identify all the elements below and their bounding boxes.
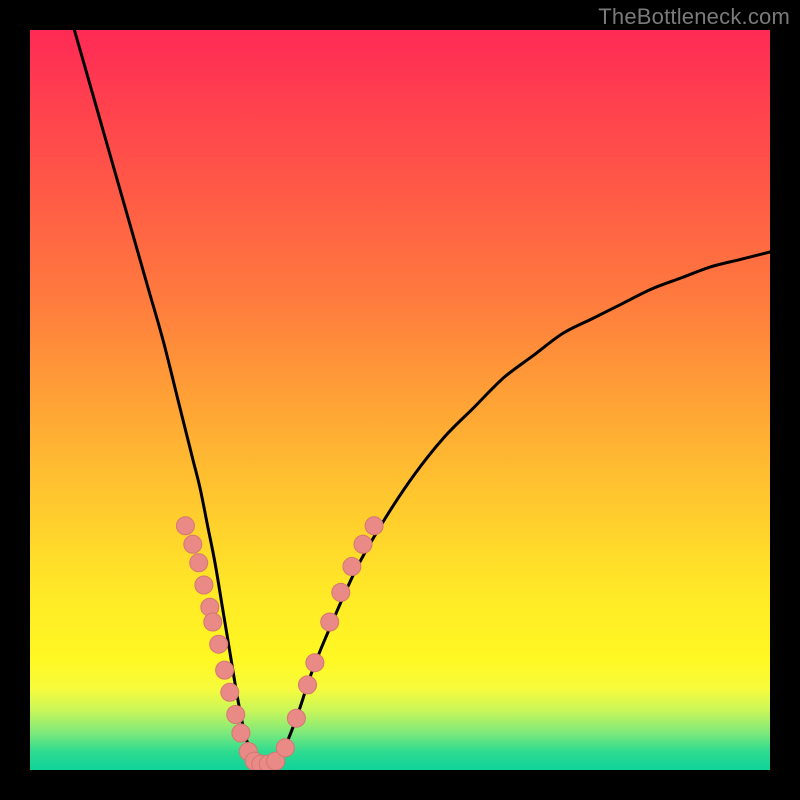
data-dot (287, 709, 305, 727)
data-dot (210, 635, 228, 653)
data-dots-group (176, 517, 383, 770)
data-dot (365, 517, 383, 535)
data-dot (232, 724, 250, 742)
data-dot (343, 558, 361, 576)
data-dot (176, 517, 194, 535)
data-dot (299, 676, 317, 694)
data-dot (276, 739, 294, 757)
data-dot (221, 683, 239, 701)
data-dot (184, 535, 202, 553)
data-dot (195, 576, 213, 594)
data-dot (354, 535, 372, 553)
data-dot (190, 554, 208, 572)
data-dot (216, 661, 234, 679)
bottleneck-chart-svg (30, 30, 770, 770)
plot-area (30, 30, 770, 770)
bottleneck-curve (74, 30, 770, 770)
data-dot (332, 583, 350, 601)
data-dot (306, 654, 324, 672)
data-dot (321, 613, 339, 631)
data-dot (204, 613, 222, 631)
data-dot (227, 706, 245, 724)
watermark-text: TheBottleneck.com (598, 4, 790, 30)
chart-frame: TheBottleneck.com (0, 0, 800, 800)
